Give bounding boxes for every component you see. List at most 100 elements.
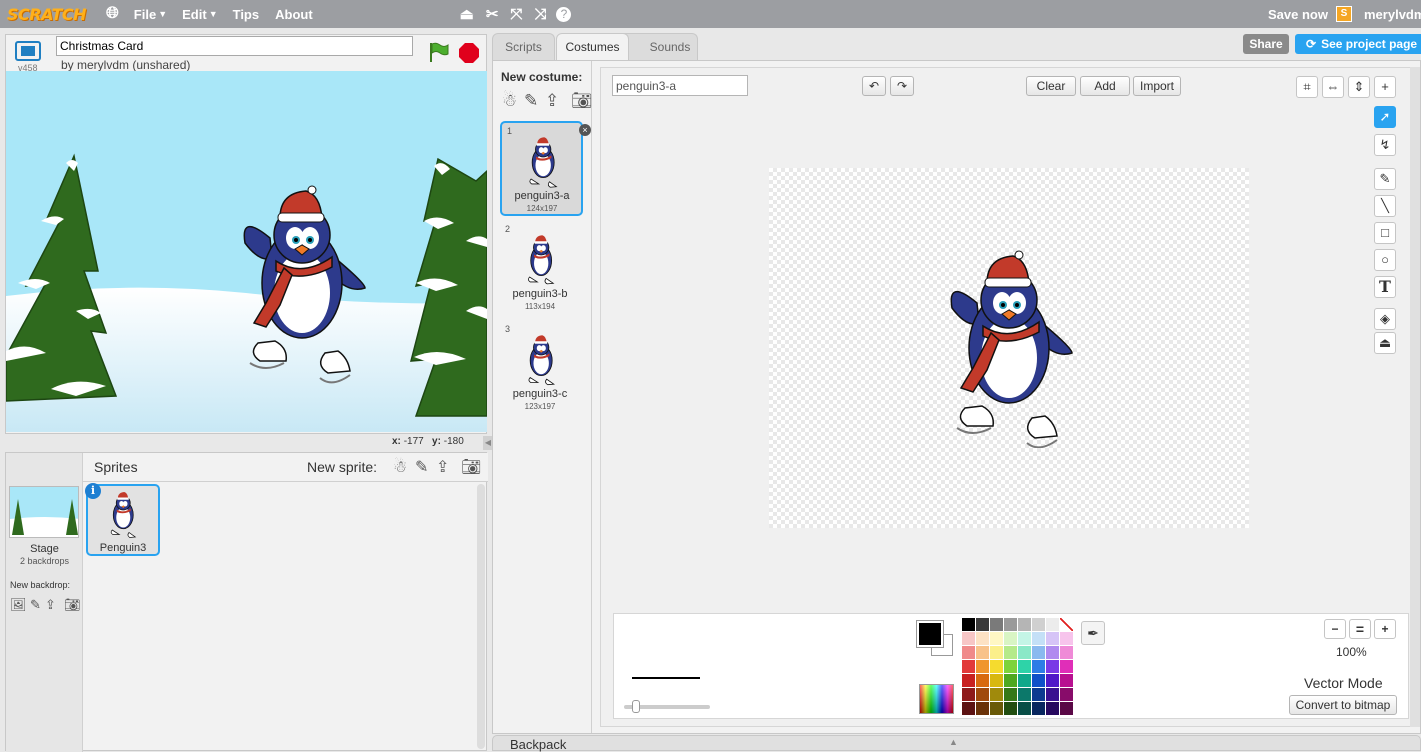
crop-tool-icon[interactable]: ⌗: [1296, 76, 1318, 98]
user-avatar[interactable]: S: [1336, 6, 1352, 22]
green-flag-icon[interactable]: [427, 42, 449, 62]
line-tool-icon[interactable]: ╲: [1374, 195, 1396, 217]
set-center-icon[interactable]: +: [1374, 76, 1396, 98]
fill-bucket-icon[interactable]: ◈: [1374, 308, 1396, 330]
convert-to-bitmap-button[interactable]: Convert to bitmap: [1289, 695, 1397, 715]
duplicate-stamp-icon[interactable]: ⏏︎: [460, 5, 474, 23]
color-swatch[interactable]: [1032, 632, 1045, 645]
pencil-tool-icon[interactable]: ✎: [1374, 168, 1396, 190]
color-swatch[interactable]: [1004, 688, 1017, 701]
menu-edit[interactable]: Edit ▼: [182, 7, 217, 22]
color-swatch[interactable]: [990, 632, 1003, 645]
shrink-icon[interactable]: ⤨: [534, 6, 546, 23]
save-now-link[interactable]: Save now: [1268, 7, 1328, 22]
color-swatch[interactable]: [1018, 646, 1031, 659]
rectangle-tool-icon[interactable]: □: [1374, 222, 1396, 244]
eyedropper-icon[interactable]: ✒︎: [1081, 621, 1105, 645]
sprite-tile-penguin3[interactable]: i Penguin3: [85, 483, 160, 556]
color-swatch[interactable]: [990, 618, 1003, 631]
color-swatch[interactable]: [1004, 646, 1017, 659]
color-swatch[interactable]: [1060, 646, 1073, 659]
color-swatch[interactable]: [976, 646, 989, 659]
penguin-costume-drawing[interactable]: [947, 248, 1077, 448]
upload-costume-icon[interactable]: ⇪: [545, 91, 559, 111]
color-swatch[interactable]: [976, 660, 989, 673]
color-swatch[interactable]: [1046, 688, 1059, 701]
color-swatch[interactable]: [1060, 674, 1073, 687]
language-globe-icon[interactable]: 🌐︎: [106, 5, 119, 23]
color-swatch[interactable]: [962, 660, 975, 673]
camera-sprite-icon[interactable]: 📷︎: [461, 457, 481, 477]
color-swatch[interactable]: [1018, 660, 1031, 673]
camera-backdrop-icon[interactable]: 📷︎: [64, 597, 81, 613]
color-swatch[interactable]: [1032, 674, 1045, 687]
zoom-out-icon[interactable]: −: [1324, 619, 1346, 639]
project-title-input[interactable]: [56, 36, 413, 56]
flip-horizontal-icon[interactable]: ⇔: [1322, 76, 1344, 98]
color-swatch[interactable]: [1060, 688, 1073, 701]
color-spectrum-picker[interactable]: [919, 684, 954, 714]
delete-scissors-icon[interactable]: ✂︎: [486, 5, 499, 23]
color-swatch[interactable]: [976, 618, 989, 631]
color-swatch[interactable]: [1060, 618, 1073, 631]
color-swatch[interactable]: [962, 702, 975, 715]
redo-button[interactable]: ↷: [890, 76, 914, 96]
color-swatch[interactable]: [1046, 702, 1059, 715]
share-button[interactable]: Share: [1243, 34, 1289, 54]
presentation-mode-button[interactable]: [15, 41, 41, 61]
color-swatch[interactable]: [976, 688, 989, 701]
paint-costume-icon[interactable]: ✎: [524, 91, 538, 111]
camera-costume-icon[interactable]: 📷︎: [571, 91, 593, 111]
color-swatch[interactable]: [1032, 646, 1045, 659]
sprite-info-icon[interactable]: i: [85, 483, 101, 499]
color-swatch[interactable]: [1060, 632, 1073, 645]
color-swatch[interactable]: [1060, 660, 1073, 673]
text-tool-icon[interactable]: T: [1374, 276, 1396, 298]
color-swatch[interactable]: [1018, 674, 1031, 687]
color-swatch[interactable]: [1032, 660, 1045, 673]
color-swatch[interactable]: [990, 646, 1003, 659]
color-swatch[interactable]: [976, 632, 989, 645]
color-swatch[interactable]: [1046, 660, 1059, 673]
tab-costumes[interactable]: Costumes: [556, 33, 629, 62]
color-swatch[interactable]: [962, 674, 975, 687]
costume-tile[interactable]: 1 × penguin3-a 124x197: [500, 121, 591, 216]
color-swatch[interactable]: [962, 688, 975, 701]
username-link[interactable]: merylvdm: [1364, 7, 1421, 22]
grow-icon[interactable]: ⤧: [510, 6, 522, 23]
costume-library-icon[interactable]: ☃︎: [502, 91, 517, 111]
color-swatch[interactable]: [1004, 702, 1017, 715]
ellipse-tool-icon[interactable]: ○: [1374, 249, 1396, 271]
zoom-in-icon[interactable]: +: [1374, 619, 1396, 639]
select-tool-icon[interactable]: ➚: [1374, 106, 1396, 128]
stage-thumbnail[interactable]: [9, 486, 79, 538]
menu-file[interactable]: File ▼: [134, 7, 167, 22]
stage-canvas[interactable]: [6, 71, 487, 432]
costume-tile[interactable]: 2 penguin3-b 113x194: [500, 221, 583, 316]
help-icon[interactable]: ?: [556, 6, 572, 22]
upload-sprite-icon[interactable]: ⇪: [436, 457, 449, 477]
color-swatch[interactable]: [1032, 618, 1045, 631]
color-swatch[interactable]: [962, 632, 975, 645]
upload-backdrop-icon[interactable]: ⇪: [45, 597, 56, 613]
menu-about[interactable]: About: [275, 7, 313, 22]
expand-arrow-icon[interactable]: ▲: [949, 737, 958, 747]
add-button[interactable]: Add: [1080, 76, 1130, 96]
color-swatch[interactable]: [1018, 632, 1031, 645]
color-swatch[interactable]: [990, 688, 1003, 701]
primary-color-swatch[interactable]: [917, 621, 943, 647]
clear-button[interactable]: Clear: [1026, 76, 1076, 96]
color-swatch[interactable]: [1018, 688, 1031, 701]
stop-sign-icon[interactable]: [459, 43, 479, 63]
color-swatch[interactable]: [990, 702, 1003, 715]
costume-name-input[interactable]: [612, 75, 748, 96]
costume-tile[interactable]: 3 penguin3-c 123x197: [500, 321, 583, 416]
sprite-library-icon[interactable]: ☃︎: [393, 457, 407, 477]
color-swatch[interactable]: [1004, 632, 1017, 645]
color-swatch[interactable]: [1046, 646, 1059, 659]
color-swatch[interactable]: [1046, 632, 1059, 645]
line-width-slider[interactable]: [624, 700, 710, 713]
stamp-tool-icon[interactable]: ⏏︎: [1374, 332, 1396, 354]
color-swatch[interactable]: [1032, 702, 1045, 715]
import-button[interactable]: Import: [1133, 76, 1181, 96]
